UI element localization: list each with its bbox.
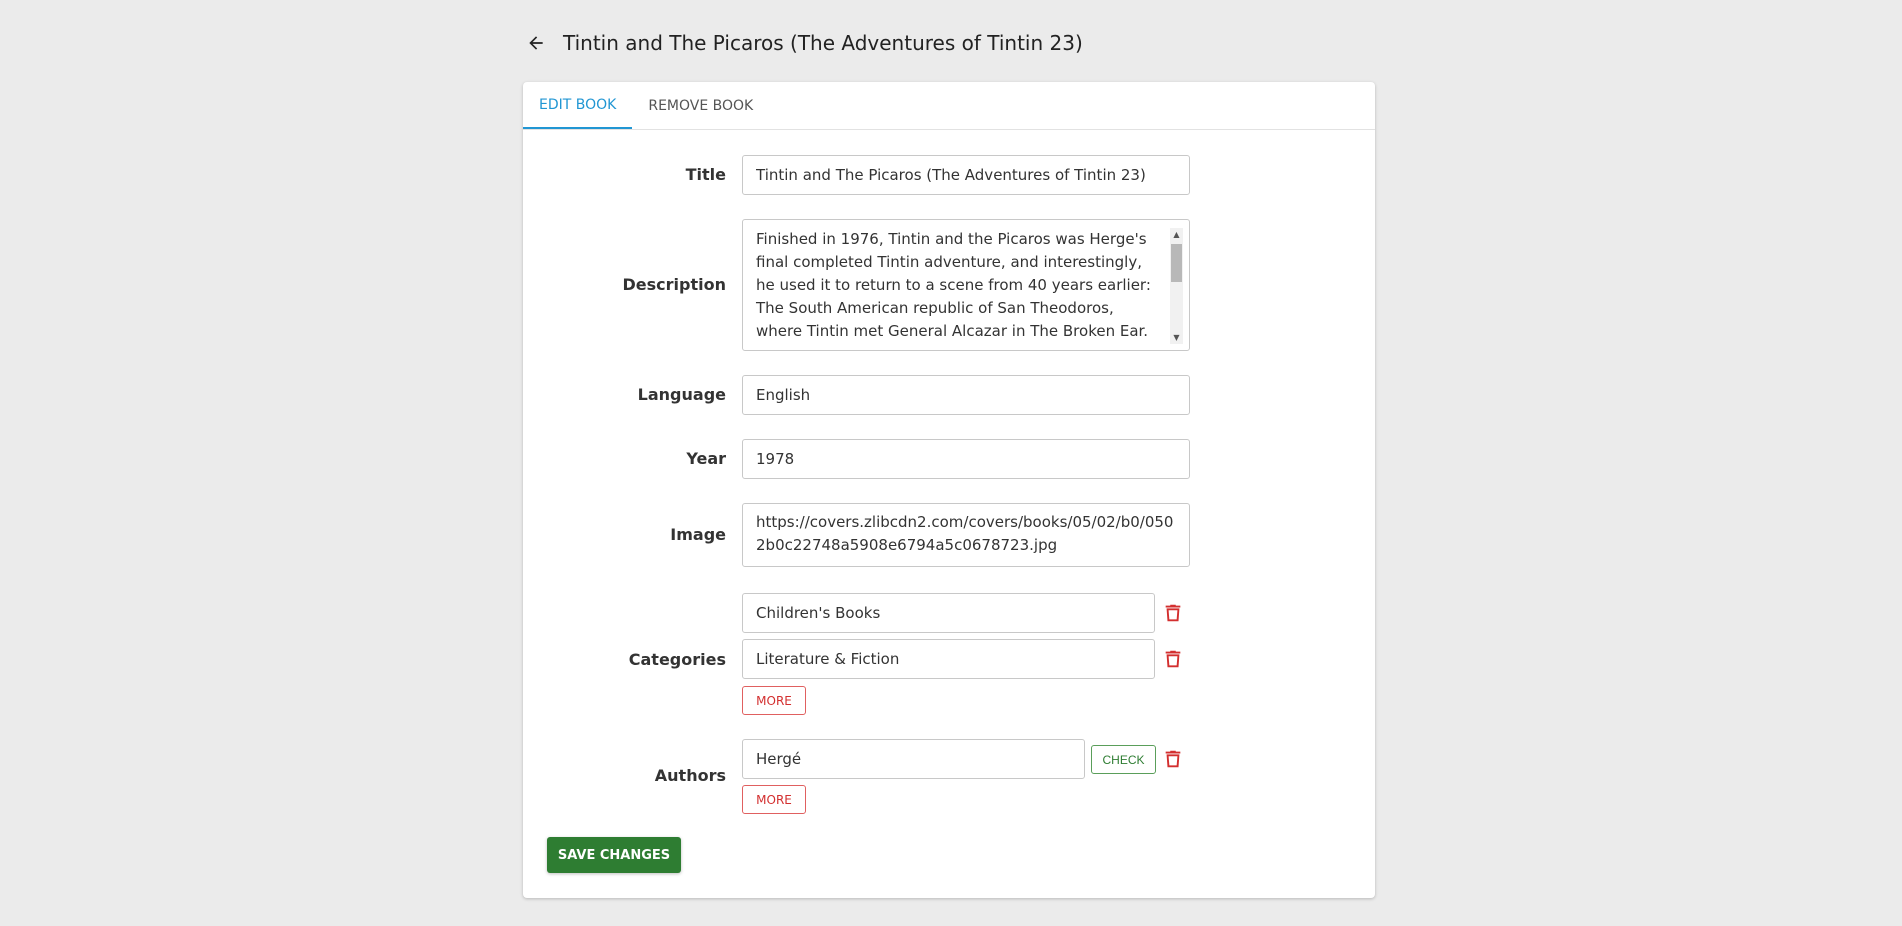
page-title: Tintin and The Picaros (The Adventures o…	[563, 31, 1083, 55]
scroll-thumb[interactable]	[1171, 244, 1182, 282]
year-input[interactable]	[742, 439, 1190, 479]
language-label: Language	[637, 385, 726, 404]
delete-author-1-button[interactable]	[1161, 747, 1185, 771]
title-input[interactable]	[742, 155, 1190, 195]
book-card: Edit Book Remove Book Title Description …	[523, 82, 1375, 898]
year-label: Year	[686, 449, 726, 468]
language-input[interactable]	[742, 375, 1190, 415]
delete-category-1-button[interactable]	[1161, 601, 1185, 625]
page-header: Tintin and The Picaros (The Adventures o…	[523, 26, 1083, 60]
more-categories-button[interactable]: More	[742, 686, 806, 715]
category-input-2[interactable]	[742, 639, 1155, 679]
description-text: Finished in 1976, Tintin and the Picaros…	[756, 230, 1151, 340]
image-url-input[interactable]: https://covers.zlibcdn2.com/covers/books…	[742, 503, 1190, 567]
more-authors-button[interactable]: More	[742, 785, 806, 814]
authors-label: Authors	[654, 766, 726, 785]
description-scrollbar[interactable]: ▲ ▼	[1170, 228, 1183, 344]
trash-icon	[1165, 750, 1181, 768]
scroll-up-icon[interactable]: ▲	[1170, 228, 1183, 241]
category-input-1[interactable]	[742, 593, 1155, 633]
author-input-1[interactable]	[742, 739, 1085, 779]
image-label: Image	[670, 525, 726, 544]
title-label: Title	[685, 165, 726, 184]
description-label: Description	[622, 275, 726, 294]
delete-category-2-button[interactable]	[1161, 647, 1185, 671]
tab-bar: Edit Book Remove Book	[523, 82, 1375, 130]
save-changes-button[interactable]: Save Changes	[547, 837, 681, 873]
trash-icon	[1165, 604, 1181, 622]
categories-label: Categories	[628, 650, 726, 669]
trash-icon	[1165, 650, 1181, 668]
arrow-left-icon	[529, 36, 543, 50]
check-author-button[interactable]: Check	[1091, 745, 1156, 774]
tab-edit-book[interactable]: Edit Book	[523, 82, 633, 129]
description-textarea[interactable]: Finished in 1976, Tintin and the Picaros…	[742, 219, 1190, 351]
back-button[interactable]	[523, 30, 549, 56]
tab-remove-book[interactable]: Remove Book	[632, 82, 769, 129]
scroll-down-icon[interactable]: ▼	[1170, 331, 1183, 344]
